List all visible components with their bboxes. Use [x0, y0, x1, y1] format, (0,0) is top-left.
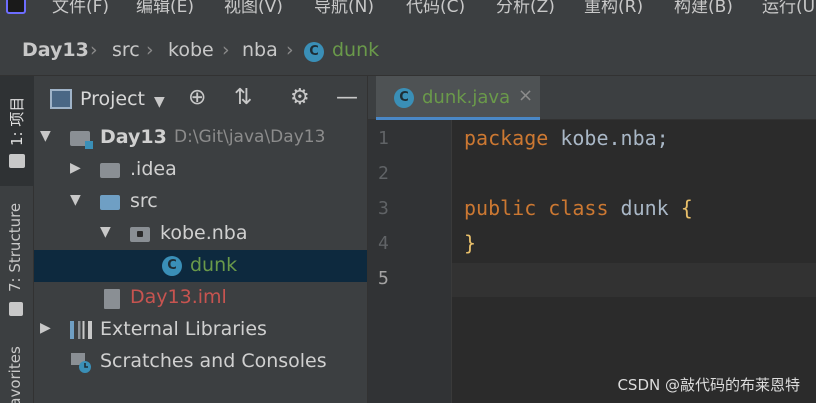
scratches-icon — [71, 353, 91, 373]
java-class-icon: C — [394, 88, 414, 108]
intellij-logo-icon — [6, 0, 26, 14]
project-panel-header: Project ▼ ⊕ ⇅ ⚙ — — [34, 76, 367, 122]
close-icon[interactable]: × — [518, 85, 533, 106]
code-line-1[interactable]: package kobe.nba; — [464, 126, 669, 150]
menu-code[interactable]: 代码(C) — [406, 0, 465, 17]
tree-package-label: kobe.nba — [160, 222, 248, 244]
expanded-arrow-icon[interactable]: ▼ — [40, 128, 51, 144]
java-class-icon: C — [304, 42, 324, 62]
package-icon — [130, 227, 150, 242]
code-line-3[interactable]: public class dunk { — [464, 196, 693, 220]
line-number: 3 — [378, 198, 389, 219]
tree-src-label: src — [130, 190, 158, 212]
tree-row-src[interactable]: ▼ src — [34, 186, 367, 218]
tree-row-idea[interactable]: ▶ .idea — [34, 154, 367, 186]
tool-window-stripe: 1: 项目 7: Structure Favorites — [0, 76, 34, 403]
menu-edit[interactable]: 编辑(E) — [136, 0, 194, 17]
watermark: CSDN @敲代码的布莱恩特 — [617, 376, 800, 394]
menu-refactor[interactable]: 重构(R) — [584, 0, 643, 17]
breadcrumb-separator-icon: › — [90, 39, 98, 61]
class-name: dunk — [608, 196, 669, 220]
menu-bar: 文件(F) 编辑(E) 视图(V) 导航(N) 代码(C) 分析(Z) 重构(R… — [0, 0, 816, 24]
menu-build[interactable]: 构建(B) — [674, 0, 733, 17]
keyword-class: class — [536, 196, 609, 220]
breadcrumb-nba[interactable]: nba — [242, 39, 278, 61]
tree-row-package[interactable]: ▼ kobe.nba — [34, 218, 367, 250]
expanded-arrow-icon[interactable]: ▼ — [100, 224, 111, 240]
breadcrumb-file[interactable]: dunk — [332, 39, 379, 61]
menu-view[interactable]: 视图(V) — [224, 0, 283, 17]
menu-analyze[interactable]: 分析(Z) — [496, 0, 555, 17]
stripe-tab-structure[interactable]: 7: Structure — [6, 203, 24, 292]
tree-idea-label: .idea — [130, 158, 177, 180]
structure-icon — [9, 302, 23, 316]
keyword-package: package — [464, 126, 549, 150]
breadcrumb-separator-icon: › — [286, 39, 294, 61]
collapsed-arrow-icon[interactable]: ▶ — [70, 160, 81, 176]
tree-iml-label: Day13.iml — [130, 286, 227, 308]
line-number: 2 — [378, 163, 389, 184]
chevron-down-icon[interactable]: ▼ — [154, 90, 165, 114]
tree-row-iml[interactable]: Day13.iml — [34, 282, 367, 314]
stripe-tab-favorites[interactable]: Favorites — [6, 346, 24, 403]
java-class-icon: C — [162, 256, 182, 276]
tree-row-external-libraries[interactable]: ▶ External Libraries — [34, 314, 367, 346]
line-number: 1 — [378, 128, 389, 149]
folder-icon — [9, 154, 25, 168]
line-number-current: 5 — [378, 268, 389, 289]
project-panel: Project ▼ ⊕ ⇅ ⚙ — ▼ Day13 D:\Git\java\Da… — [34, 76, 368, 403]
project-view-icon — [50, 89, 72, 109]
current-line-highlight — [452, 263, 816, 297]
tree-row-root[interactable]: ▼ Day13 D:\Git\java\Day13 — [34, 122, 367, 154]
stripe-tab-project[interactable]: 1: 项目 — [6, 97, 27, 146]
tree-scratches-label: Scratches and Consoles — [100, 350, 327, 372]
source-folder-icon — [100, 195, 120, 210]
project-view-selector[interactable]: Project — [80, 88, 145, 110]
menu-navigate[interactable]: 导航(N) — [314, 0, 374, 17]
menu-run[interactable]: 运行(U) — [762, 0, 816, 17]
iml-file-icon — [104, 289, 120, 309]
menu-file[interactable]: 文件(F) — [52, 0, 109, 17]
tree-row-scratches[interactable]: Scratches and Consoles — [34, 346, 367, 378]
tree-class-label: dunk — [190, 254, 238, 276]
module-folder-icon — [70, 131, 93, 149]
editor-area: C dunk.java × 1 2 3 4 5 package kobe.nba… — [368, 76, 816, 403]
editor-tab-bar: C dunk.java × — [368, 76, 816, 120]
line-number: 4 — [378, 233, 389, 254]
collapse-icon[interactable]: ⇅ — [234, 86, 252, 110]
globe-icon[interactable]: ⊕ — [188, 86, 206, 110]
tree-row-class[interactable]: C dunk — [34, 250, 367, 282]
breadcrumb-kobe[interactable]: kobe — [168, 39, 214, 61]
tree-root-label: Day13 — [100, 126, 167, 148]
breadcrumb-src[interactable]: src — [112, 39, 140, 61]
editor-tab-dunk[interactable]: C dunk.java × — [376, 76, 540, 120]
tree-external-libraries-label: External Libraries — [100, 318, 267, 340]
keyword-public: public — [464, 196, 537, 220]
close-brace: } — [464, 231, 477, 255]
expanded-arrow-icon[interactable]: ▼ — [70, 192, 81, 208]
folder-icon — [100, 163, 120, 178]
editor-tab-label: dunk.java — [422, 87, 511, 108]
gear-icon[interactable]: ⚙ — [290, 86, 310, 110]
open-brace: { — [668, 196, 693, 220]
breadcrumb-separator-icon: › — [146, 39, 154, 61]
code-line-4[interactable]: } — [464, 231, 476, 255]
collapsed-arrow-icon[interactable]: ▶ — [40, 320, 51, 336]
line-number-gutter: 1 2 3 4 5 — [368, 120, 452, 403]
minimize-icon[interactable]: — — [336, 86, 358, 110]
breadcrumb-separator-icon: › — [222, 39, 230, 61]
library-icon — [70, 321, 92, 339]
breadcrumb: Day13 › src › kobe › nba › C dunk — [0, 24, 816, 76]
breadcrumb-project[interactable]: Day13 — [22, 39, 89, 61]
package-name: kobe.nba; — [548, 126, 669, 150]
tree-root-path: D:\Git\java\Day13 — [174, 127, 326, 147]
